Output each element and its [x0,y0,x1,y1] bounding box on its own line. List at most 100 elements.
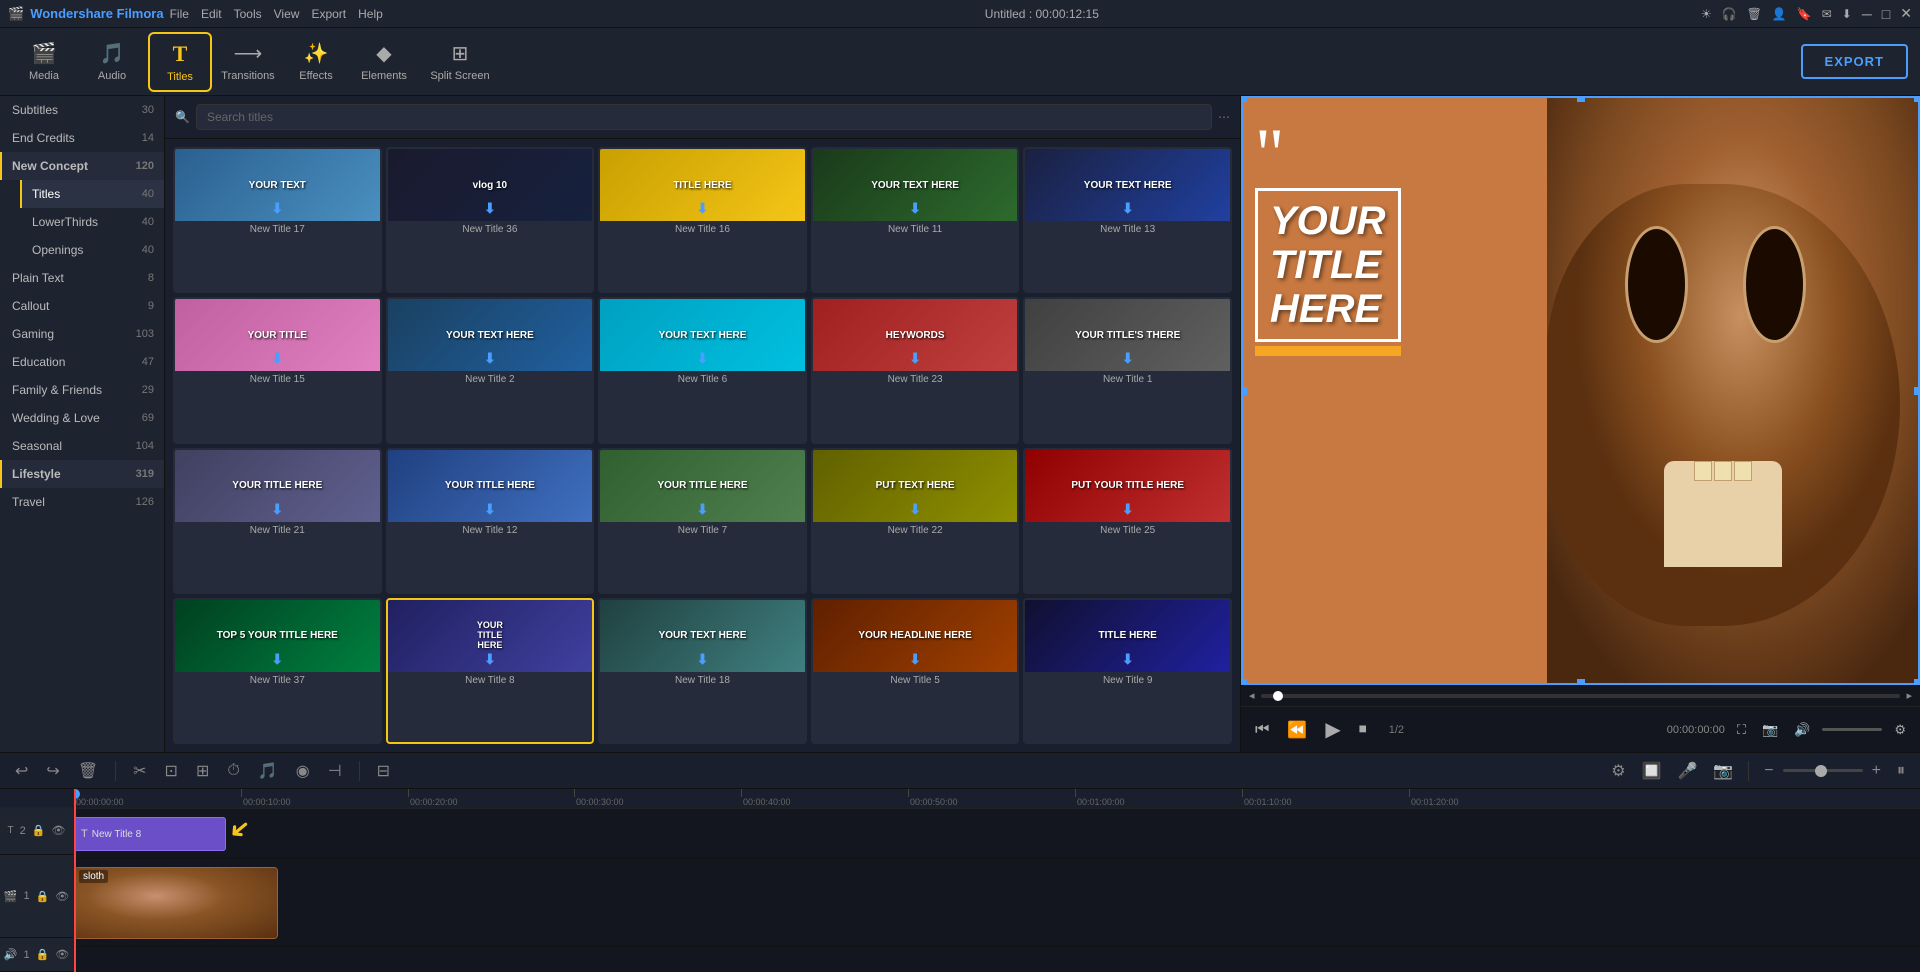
download-icon-25[interactable]: ⬇ [1122,501,1134,518]
play-button[interactable]: ▶ [1321,713,1344,746]
download-icon-2[interactable]: ⬇ [484,350,496,367]
export-button[interactable]: EXPORT [1801,44,1908,79]
sidebar-item-end-credits[interactable]: End Credits 14 [0,124,164,152]
sidebar-item-education[interactable]: Education 47 [0,348,164,376]
lock-icon-video[interactable]: 🔒 [36,890,50,903]
sidebar-item-seasonal[interactable]: Seasonal 104 [0,432,164,460]
download-icon-1[interactable]: ⬇ [1122,350,1134,367]
sidebar-item-titles[interactable]: Titles 40 [20,180,164,208]
sidebar-item-gaming[interactable]: Gaming 103 [0,320,164,348]
maximize-button[interactable]: □ [1882,6,1890,22]
tile-new-title-5[interactable]: YOUR HEADLINE HERE ⬇ New Title 5 [811,598,1020,744]
zoom-out-button[interactable]: − [1759,759,1778,783]
sidebar-item-lowerthirds[interactable]: LowerThirds 40 [20,208,164,236]
menu-edit[interactable]: Edit [201,7,222,21]
tile-new-title-2[interactable]: YOUR TEXT HERE ⬇ New Title 2 [386,297,595,443]
eye-icon-video[interactable]: 👁 [55,890,69,903]
sidebar-item-subtitles[interactable]: Subtitles 30 [0,96,164,124]
sidebar-category-lifestyle[interactable]: Lifestyle 319 [0,460,164,488]
menu-view[interactable]: View [274,7,300,21]
tile-new-title-6[interactable]: YOUR TEXT HERE ⬇ New Title 6 [598,297,807,443]
menu-file[interactable]: File [170,7,189,21]
render-button[interactable]: ⚙ [1606,758,1630,784]
minimize-button[interactable]: ─ [1862,6,1872,22]
download-icon-8[interactable]: ⬇ [484,651,496,668]
title-clip[interactable]: T New Title 8 [74,817,226,851]
playhead[interactable] [74,789,76,808]
volume-slider[interactable] [1822,728,1882,731]
lock-icon-audio[interactable]: 🔒 [36,948,50,961]
tile-new-title-36[interactable]: vlog 10 ⬇ New Title 36 [386,147,595,293]
video-clip[interactable]: sloth [74,867,278,939]
cut-button[interactable]: ✂ [128,758,151,784]
pause-all-button[interactable]: ⏸ [1892,759,1910,783]
tile-new-title-17[interactable]: YOUR TEXT ⬇ New Title 17 [173,147,382,293]
preview-scrubber[interactable]: ◂ ▸ [1241,685,1920,706]
tile-new-title-16[interactable]: TITLE HERE ⬇ New Title 16 [598,147,807,293]
tile-new-title-7[interactable]: YOUR TITLE HERE ⬇ New Title 7 [598,448,807,594]
scrubber-thumb[interactable] [1273,691,1283,701]
menu-tools[interactable]: Tools [234,7,262,21]
snapshot-button[interactable]: 📷 [1758,718,1782,742]
tool-audio[interactable]: 🎵 Audio [80,32,144,92]
tile-new-title-37[interactable]: TOP 5 YOUR TITLE HERE ⬇ New Title 37 [173,598,382,744]
tile-new-title-25[interactable]: PUT YOUR TITLE HERE ⬇ New Title 25 [1023,448,1232,594]
tool-transitions[interactable]: ⟶ Transitions [216,32,280,92]
tile-new-title-11[interactable]: YOUR TEXT HERE ⬇ New Title 11 [811,147,1020,293]
close-button[interactable]: ✕ [1900,5,1912,22]
download-icon-23[interactable]: ⬇ [909,350,921,367]
sidebar-item-plain-text[interactable]: Plain Text 8 [0,264,164,292]
tool-split-screen[interactable]: ⊞ Split Screen [420,32,500,92]
scrubber-track[interactable] [1261,694,1901,698]
grid-view-toggle[interactable]: ⋯ [1218,110,1230,124]
speed-button[interactable]: ⏱ [222,759,244,783]
tool-effects[interactable]: ✨ Effects [284,32,348,92]
eye-icon-title[interactable]: 👁 [51,824,65,837]
download-icon-11[interactable]: ⬇ [909,200,921,217]
tool-media[interactable]: 🎬 Media [12,32,76,92]
transform-button[interactable]: ⊞ [191,758,214,784]
delete-button[interactable]: 🗑 [73,758,103,784]
download-icon-17[interactable]: ⬇ [271,200,283,217]
tile-new-title-1[interactable]: YOUR TITLE'S THERE ⬇ New Title 1 [1023,297,1232,443]
download-icon-5[interactable]: ⬇ [909,651,921,668]
tile-new-title-13[interactable]: YOUR TEXT HERE ⬇ New Title 13 [1023,147,1232,293]
zoom-slider[interactable] [1783,769,1863,772]
lock-icon-title[interactable]: 🔒 [32,824,46,837]
magnet-button[interactable]: 🔲 [1637,758,1667,784]
color-button[interactable]: ◉ [291,758,315,784]
tile-new-title-21[interactable]: YOUR TITLE HERE ⬇ New Title 21 [173,448,382,594]
tile-new-title-8[interactable]: YOURTITLEHERE ⬇ New Title 8 [386,598,595,744]
download-icon-36[interactable]: ⬇ [484,200,496,217]
tool-elements[interactable]: ◆ Elements [352,32,416,92]
tile-new-title-22[interactable]: PUT TEXT HERE ⬇ New Title 22 [811,448,1020,594]
sidebar-item-callout[interactable]: Callout 9 [0,292,164,320]
download-icon-18[interactable]: ⬇ [697,651,709,668]
settings-button[interactable]: ⚙ [1890,718,1910,742]
download-icon-6[interactable]: ⬇ [697,350,709,367]
skip-back-button[interactable]: ⏮ [1251,717,1273,743]
download-icon-37[interactable]: ⬇ [271,651,283,668]
multi-select-button[interactable]: ⊟ [372,758,395,784]
step-back-button[interactable]: ⏪ [1283,716,1311,744]
download-icon-16[interactable]: ⬇ [697,200,709,217]
sidebar-item-openings[interactable]: Openings 40 [20,236,164,264]
undo-button[interactable]: ↩ [10,758,33,784]
tile-new-title-9[interactable]: TITLE HERE ⬇ New Title 9 [1023,598,1232,744]
download-icon-22[interactable]: ⬇ [909,501,921,518]
audio-button[interactable]: 🎵 [253,758,283,784]
menu-help[interactable]: Help [358,7,383,21]
download-icon-15[interactable]: ⬇ [271,350,283,367]
zoom-in-button[interactable]: + [1867,759,1886,783]
split-button[interactable]: ⊣ [323,758,347,784]
stop-button[interactable]: ⏹ [1355,717,1371,743]
eye-icon-audio[interactable]: 👁 [55,948,69,961]
tile-new-title-18[interactable]: YOUR TEXT HERE ⬇ New Title 18 [598,598,807,744]
crop-button[interactable]: ⊡ [160,758,183,784]
download-icon-7[interactable]: ⬇ [697,501,709,518]
download-icon-21[interactable]: ⬇ [271,501,283,518]
download-icon-13[interactable]: ⬇ [1122,200,1134,217]
sidebar-item-travel[interactable]: Travel 126 [0,488,164,516]
sidebar-category-new-concept[interactable]: New Concept 120 [0,152,164,180]
download-icon-9[interactable]: ⬇ [1122,651,1134,668]
